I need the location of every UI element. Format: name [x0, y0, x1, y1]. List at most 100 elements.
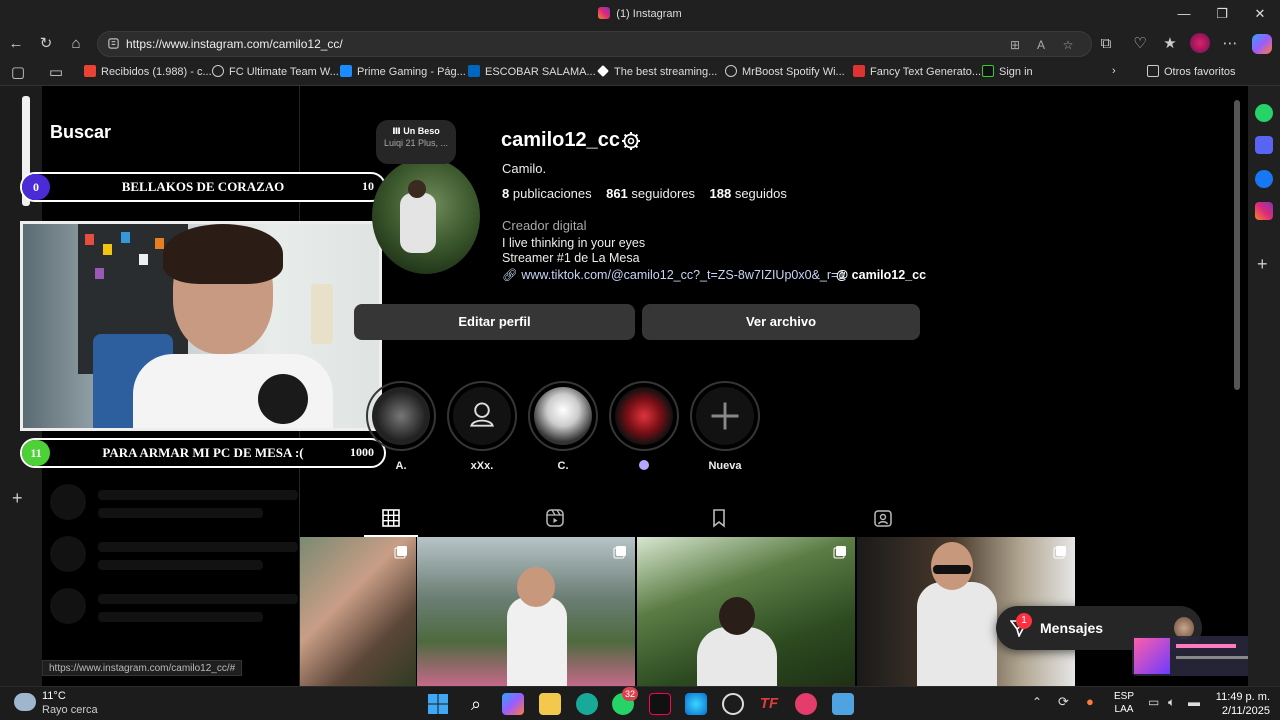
- taskbar-clock[interactable]: 11:49 p. m. 2/11/2025: [1216, 690, 1270, 718]
- track-title-bar: [1176, 644, 1236, 648]
- whatsapp-icon[interactable]: [1255, 104, 1273, 122]
- bookmarks-overflow-chevron-icon[interactable]: ›: [1112, 65, 1116, 77]
- maximize-button[interactable]: ❐: [1212, 4, 1232, 24]
- bookmark-sign-in[interactable]: Sign in: [982, 65, 1033, 78]
- post-head: [719, 597, 755, 635]
- followers-stat[interactable]: 861 seguidores: [606, 186, 695, 201]
- weather-cloud-icon: [14, 693, 36, 711]
- close-button[interactable]: ✕: [1250, 4, 1270, 24]
- saved-bookmark-icon[interactable]: [709, 508, 729, 528]
- profile-note[interactable]: Ⅲ Un Beso Luiqi 21 Plus, ...: [376, 120, 456, 164]
- followers-count: 861: [606, 186, 628, 201]
- add-sidebar-app-plus-icon[interactable]: +: [1257, 254, 1268, 275]
- instagram-icon[interactable]: [1255, 202, 1273, 220]
- goal-label: BELLAKOS DE CORAZAO: [121, 179, 285, 194]
- highlight-xxx[interactable]: xXx.: [447, 381, 517, 472]
- bookmark-streaming[interactable]: The best streaming...: [597, 65, 717, 78]
- bookmark-prime-gaming[interactable]: Prime Gaming - Pág...: [340, 65, 466, 78]
- back-button[interactable]: ←: [6, 34, 26, 54]
- more-menu-icon[interactable]: ⋯: [1220, 34, 1240, 54]
- post-thumbnail[interactable]: [300, 537, 416, 686]
- other-favorites[interactable]: Otros favoritos: [1147, 65, 1236, 78]
- edit-profile-button[interactable]: Editar perfil: [354, 304, 635, 340]
- edge-dev-icon[interactable]: [576, 693, 598, 715]
- collections-icon[interactable]: ▭: [46, 63, 66, 83]
- copilot-icon[interactable]: [1252, 34, 1272, 54]
- battery-icon[interactable]: ▬: [1188, 695, 1200, 709]
- facebook-icon[interactable]: [1255, 170, 1273, 188]
- tagged-icon[interactable]: [873, 508, 893, 528]
- posts-stat: 8 publicaciones: [502, 186, 592, 201]
- tf-app-icon[interactable]: TF: [758, 693, 780, 715]
- network-icon[interactable]: ▭: [1148, 695, 1159, 709]
- highlight-c[interactable]: C.: [528, 381, 598, 472]
- bio-line-1: I live thinking in your eyes: [502, 236, 646, 250]
- bookmark-mrboost[interactable]: MrBoost Spotify Wi...: [725, 65, 845, 78]
- whatsapp-taskbar-icon[interactable]: 32: [612, 687, 639, 715]
- posts-grid-icon[interactable]: [381, 508, 401, 528]
- profile-avatar-wrap[interactable]: [372, 158, 480, 274]
- post-thumbnail[interactable]: [637, 537, 855, 686]
- address-bar[interactable]: https://www.instagram.com/camilo12_cc/ ⊞…: [97, 31, 1092, 57]
- refresh-button[interactable]: ↻: [36, 34, 56, 54]
- favorite-star-icon[interactable]: ☆: [1060, 37, 1076, 53]
- threads-link[interactable]: @ camilo12_cc: [836, 268, 926, 282]
- bookmark-fancy-text[interactable]: Fancy Text Generato...: [853, 65, 981, 78]
- home-button[interactable]: ⌂: [66, 34, 86, 54]
- lang-line2: LAA: [1114, 704, 1134, 715]
- sync-icon[interactable]: ⟳: [1058, 694, 1069, 710]
- posts-label: publicaciones: [512, 186, 592, 201]
- folder-icon: [1147, 65, 1159, 77]
- settings-gear-icon[interactable]: [621, 131, 641, 151]
- globe-icon: [725, 65, 737, 77]
- search-taskbar-icon[interactable]: ⌕: [465, 693, 487, 715]
- profile-link[interactable]: 🔗︎ www.tiktok.com/@camilo12_cc?_t=ZS-8w7…: [502, 268, 845, 283]
- new-tab-plus-icon[interactable]: +: [12, 488, 30, 508]
- bookmarks-bar: ▢ ▭ Recibidos (1.988) - c... FC Ultimate…: [0, 60, 1280, 86]
- tab-actions-icon[interactable]: ▢: [8, 63, 28, 83]
- profile-picture[interactable]: [372, 158, 480, 274]
- favorites-icon[interactable]: ★: [1160, 34, 1180, 54]
- copilot-taskbar-icon[interactable]: [502, 693, 524, 715]
- webcam-overlay: [20, 221, 382, 431]
- microphone: [258, 374, 308, 424]
- language-indicator[interactable]: ESP LAA: [1114, 690, 1134, 716]
- url-text[interactable]: https://www.instagram.com/camilo12_cc/: [126, 37, 343, 51]
- highlight-a[interactable]: A.: [366, 381, 436, 472]
- page-scrollbar[interactable]: [1234, 100, 1240, 390]
- reels-icon[interactable]: [545, 508, 565, 528]
- bookmark-escobar[interactable]: ESCOBAR SALAMA...: [468, 65, 596, 78]
- file-explorer-icon[interactable]: [539, 693, 561, 715]
- skeleton-line: [98, 594, 298, 604]
- tray-chevron-up-icon[interactable]: ⌃: [1032, 695, 1042, 709]
- site-info-icon[interactable]: [107, 37, 120, 50]
- multiple-images-icon: [833, 546, 846, 559]
- volume-icon[interactable]: 🔈︎: [1168, 695, 1175, 710]
- following-count: 188: [709, 186, 732, 201]
- read-aloud-icon[interactable]: A: [1033, 37, 1049, 53]
- tiktok-icon[interactable]: [649, 693, 671, 715]
- start-windows-icon[interactable]: [427, 693, 449, 715]
- microphone-tray-icon[interactable]: ●: [1086, 694, 1094, 709]
- highlight-new[interactable]: Nueva: [690, 381, 760, 472]
- bookmark-label: FC Ultimate Team W...: [229, 66, 339, 78]
- media-player-icon[interactable]: [795, 693, 817, 715]
- profile-username: camilo12_cc: [501, 129, 620, 151]
- profile-avatar[interactable]: [1190, 33, 1210, 53]
- clock-app-icon[interactable]: [722, 693, 744, 715]
- minimize-button[interactable]: —: [1174, 4, 1194, 24]
- browser-essentials-icon[interactable]: ♡: [1130, 34, 1150, 54]
- discord-icon[interactable]: [1255, 136, 1273, 154]
- edge-browser-icon[interactable]: [685, 693, 707, 715]
- following-stat[interactable]: 188 seguidos: [709, 186, 786, 201]
- notepad-icon[interactable]: [832, 693, 854, 715]
- post-thumbnail[interactable]: [417, 537, 635, 686]
- extensions-icon[interactable]: ⧉: [1096, 34, 1116, 54]
- bookmark-fc-ultimate[interactable]: FC Ultimate Team W...: [212, 65, 339, 78]
- bookmark-label: Prime Gaming - Pág...: [357, 66, 466, 78]
- app-available-icon[interactable]: ⊞: [1007, 37, 1023, 53]
- note-title-text: Un Beso: [403, 126, 440, 136]
- highlight-emoji[interactable]: [609, 381, 679, 473]
- bookmark-gmail[interactable]: Recibidos (1.988) - c...: [84, 65, 212, 78]
- view-archive-button[interactable]: Ver archivo: [642, 304, 920, 340]
